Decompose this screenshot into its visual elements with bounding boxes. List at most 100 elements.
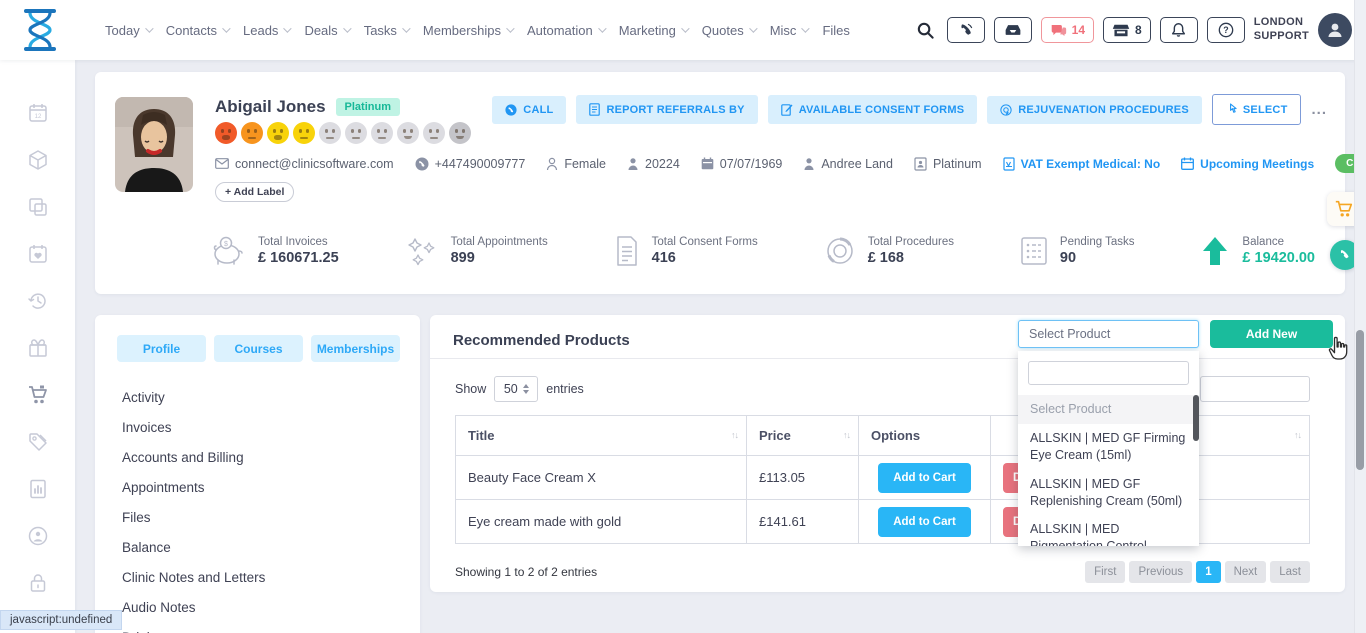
menu-audio-notes[interactable]: Audio Notes <box>122 592 420 622</box>
mood-face-6[interactable] <box>345 122 367 144</box>
user-avatar[interactable] <box>1318 13 1352 47</box>
page-previous[interactable]: Previous <box>1129 561 1192 583</box>
more-actions-button[interactable]: ... <box>1311 101 1327 118</box>
mood-face-3[interactable] <box>267 122 289 144</box>
mood-face-8[interactable] <box>397 122 419 144</box>
page-scrollbar-track[interactable] <box>1354 0 1366 633</box>
sidebar-reports-icon[interactable] <box>27 478 49 500</box>
table-search-input[interactable] <box>1200 376 1310 402</box>
dropdown-option[interactable]: ALLSKIN | MED Pigmentation Control Serum… <box>1018 515 1199 546</box>
rejuvenation-icon <box>1000 104 1012 116</box>
client-id: 20224 <box>627 157 680 171</box>
add-to-cart-button[interactable]: Add to Cart <box>878 507 971 537</box>
mood-face-4[interactable] <box>293 122 315 144</box>
page-size-select[interactable]: 50 <box>494 376 538 402</box>
location-line1: LONDON <box>1254 16 1309 30</box>
nav-today[interactable]: Today <box>105 23 151 38</box>
nav-memberships[interactable]: Memberships <box>423 23 512 38</box>
sidebar-history-icon[interactable] <box>27 290 49 312</box>
nav-leads[interactable]: Leads <box>243 23 289 38</box>
stat-value: £ 168 <box>868 250 954 266</box>
help-button[interactable]: ? <box>1207 17 1245 43</box>
menu-balance[interactable]: Balance <box>122 532 420 562</box>
sidebar-security-icon[interactable] <box>27 572 49 594</box>
menu-files[interactable]: Files <box>122 502 420 532</box>
menu-invoices[interactable]: Invoices <box>122 412 420 442</box>
page-last[interactable]: Last <box>1270 561 1310 583</box>
vat-exempt-link[interactable]: VAT Exempt Medical: No <box>1003 157 1161 171</box>
tab-memberships[interactable]: Memberships <box>311 335 400 362</box>
clinicsoftware-logo[interactable] <box>20 8 60 52</box>
inbox-button[interactable] <box>994 17 1032 43</box>
nav-misc[interactable]: Misc <box>770 23 808 38</box>
client-photo[interactable] <box>115 97 193 192</box>
client-email[interactable]: connect@clinicsoftware.com <box>215 157 394 171</box>
nav-label: Leads <box>243 23 278 38</box>
vat-value: VAT Exempt Medical: No <box>1021 157 1161 171</box>
select-button[interactable]: SELECT <box>1212 94 1302 125</box>
chat-button[interactable]: 14 <box>1041 17 1094 43</box>
dropdown-option[interactable]: Select Product <box>1018 395 1199 424</box>
notifications-button[interactable] <box>1160 17 1198 43</box>
mood-face-10[interactable] <box>449 122 471 144</box>
sidebar-accounts-icon[interactable] <box>27 525 49 547</box>
tab-courses[interactable]: Courses <box>214 335 303 362</box>
rejuvenation-button[interactable]: REJUVENATION PROCEDURES <box>987 96 1202 124</box>
nav-marketing[interactable]: Marketing <box>619 23 687 38</box>
mood-face-7[interactable] <box>371 122 393 144</box>
question-icon: ? <box>1218 22 1234 38</box>
dropdown-scrollbar[interactable] <box>1193 395 1199 441</box>
nav-label: Today <box>105 23 140 38</box>
client-info-row: connect@clinicsoftware.com +447490009777… <box>215 154 1366 173</box>
menu-appointments[interactable]: Appointments <box>122 472 420 502</box>
call-button[interactable]: CALL <box>492 96 566 124</box>
mood-face-5[interactable] <box>319 122 341 144</box>
upcoming-meetings-link[interactable]: Upcoming Meetings <box>1181 157 1314 171</box>
select-product-dropdown[interactable]: Select Product <box>1018 320 1199 348</box>
sidebar-bookings-icon[interactable] <box>27 243 49 265</box>
entries-summary: Showing 1 to 2 of 2 entries <box>455 565 597 579</box>
tab-profile[interactable]: Profile <box>117 335 206 362</box>
nav-files[interactable]: Files <box>822 23 849 38</box>
add-to-cart-button[interactable]: Add to Cart <box>878 463 971 493</box>
sidebar-gifts-icon[interactable] <box>27 337 49 359</box>
mood-face-2[interactable] <box>241 122 263 144</box>
mood-face-9[interactable] <box>423 122 445 144</box>
menu-activity[interactable]: Activity <box>122 382 420 412</box>
col-price[interactable]: Price↑↓ <box>747 416 859 456</box>
sidebar-calendar-icon[interactable]: 12 <box>27 102 49 124</box>
nav-deals[interactable]: Deals <box>304 23 348 38</box>
menu-clinic-notes[interactable]: Clinic Notes and Letters <box>122 562 420 592</box>
nav-automation[interactable]: Automation <box>527 23 604 38</box>
add-label-button[interactable]: + Add Label <box>215 182 294 202</box>
page-scrollbar-thumb[interactable] <box>1356 330 1364 470</box>
col-options[interactable]: Options <box>859 416 991 456</box>
dropdown-search-input[interactable] <box>1028 361 1189 385</box>
client-phone[interactable]: +447490009777 <box>415 157 526 171</box>
page-1[interactable]: 1 <box>1196 561 1220 583</box>
nav-quotes[interactable]: Quotes <box>702 23 755 38</box>
store-button[interactable]: 8 <box>1103 17 1151 43</box>
mood-face-1[interactable] <box>215 122 237 144</box>
nav-label: Contacts <box>166 23 217 38</box>
nav-contacts[interactable]: Contacts <box>166 23 228 38</box>
product-title-cell: Eye cream made with gold <box>456 500 747 544</box>
dropdown-option[interactable]: ALLSKIN | MED GF Firming Eye Cream (15ml… <box>1018 424 1199 470</box>
sidebar-cart-icon[interactable] <box>27 384 49 406</box>
col-title[interactable]: Title↑↓ <box>456 416 747 456</box>
consent-forms-button[interactable]: AVAILABLE CONSENT FORMS <box>768 95 978 124</box>
dropdown-option[interactable]: ALLSKIN | MED GF Replenishing Cream (50m… <box>1018 470 1199 516</box>
menu-drinks[interactable]: Drinks <box>122 622 420 633</box>
sidebar-tags-icon[interactable] <box>27 431 49 453</box>
page-first[interactable]: First <box>1085 561 1125 583</box>
dialer-button[interactable] <box>947 17 985 43</box>
nav-label: Files <box>822 23 849 38</box>
sidebar-pages-icon[interactable] <box>27 196 49 218</box>
add-new-button[interactable]: Add New <box>1210 320 1333 348</box>
page-next[interactable]: Next <box>1225 561 1267 583</box>
search-icon[interactable] <box>916 21 935 40</box>
report-referrals-button[interactable]: REPORT REFERRALS BY <box>576 95 757 124</box>
menu-accounts-billing[interactable]: Accounts and Billing <box>122 442 420 472</box>
nav-tasks[interactable]: Tasks <box>364 23 408 38</box>
sidebar-products-icon[interactable] <box>27 149 49 171</box>
